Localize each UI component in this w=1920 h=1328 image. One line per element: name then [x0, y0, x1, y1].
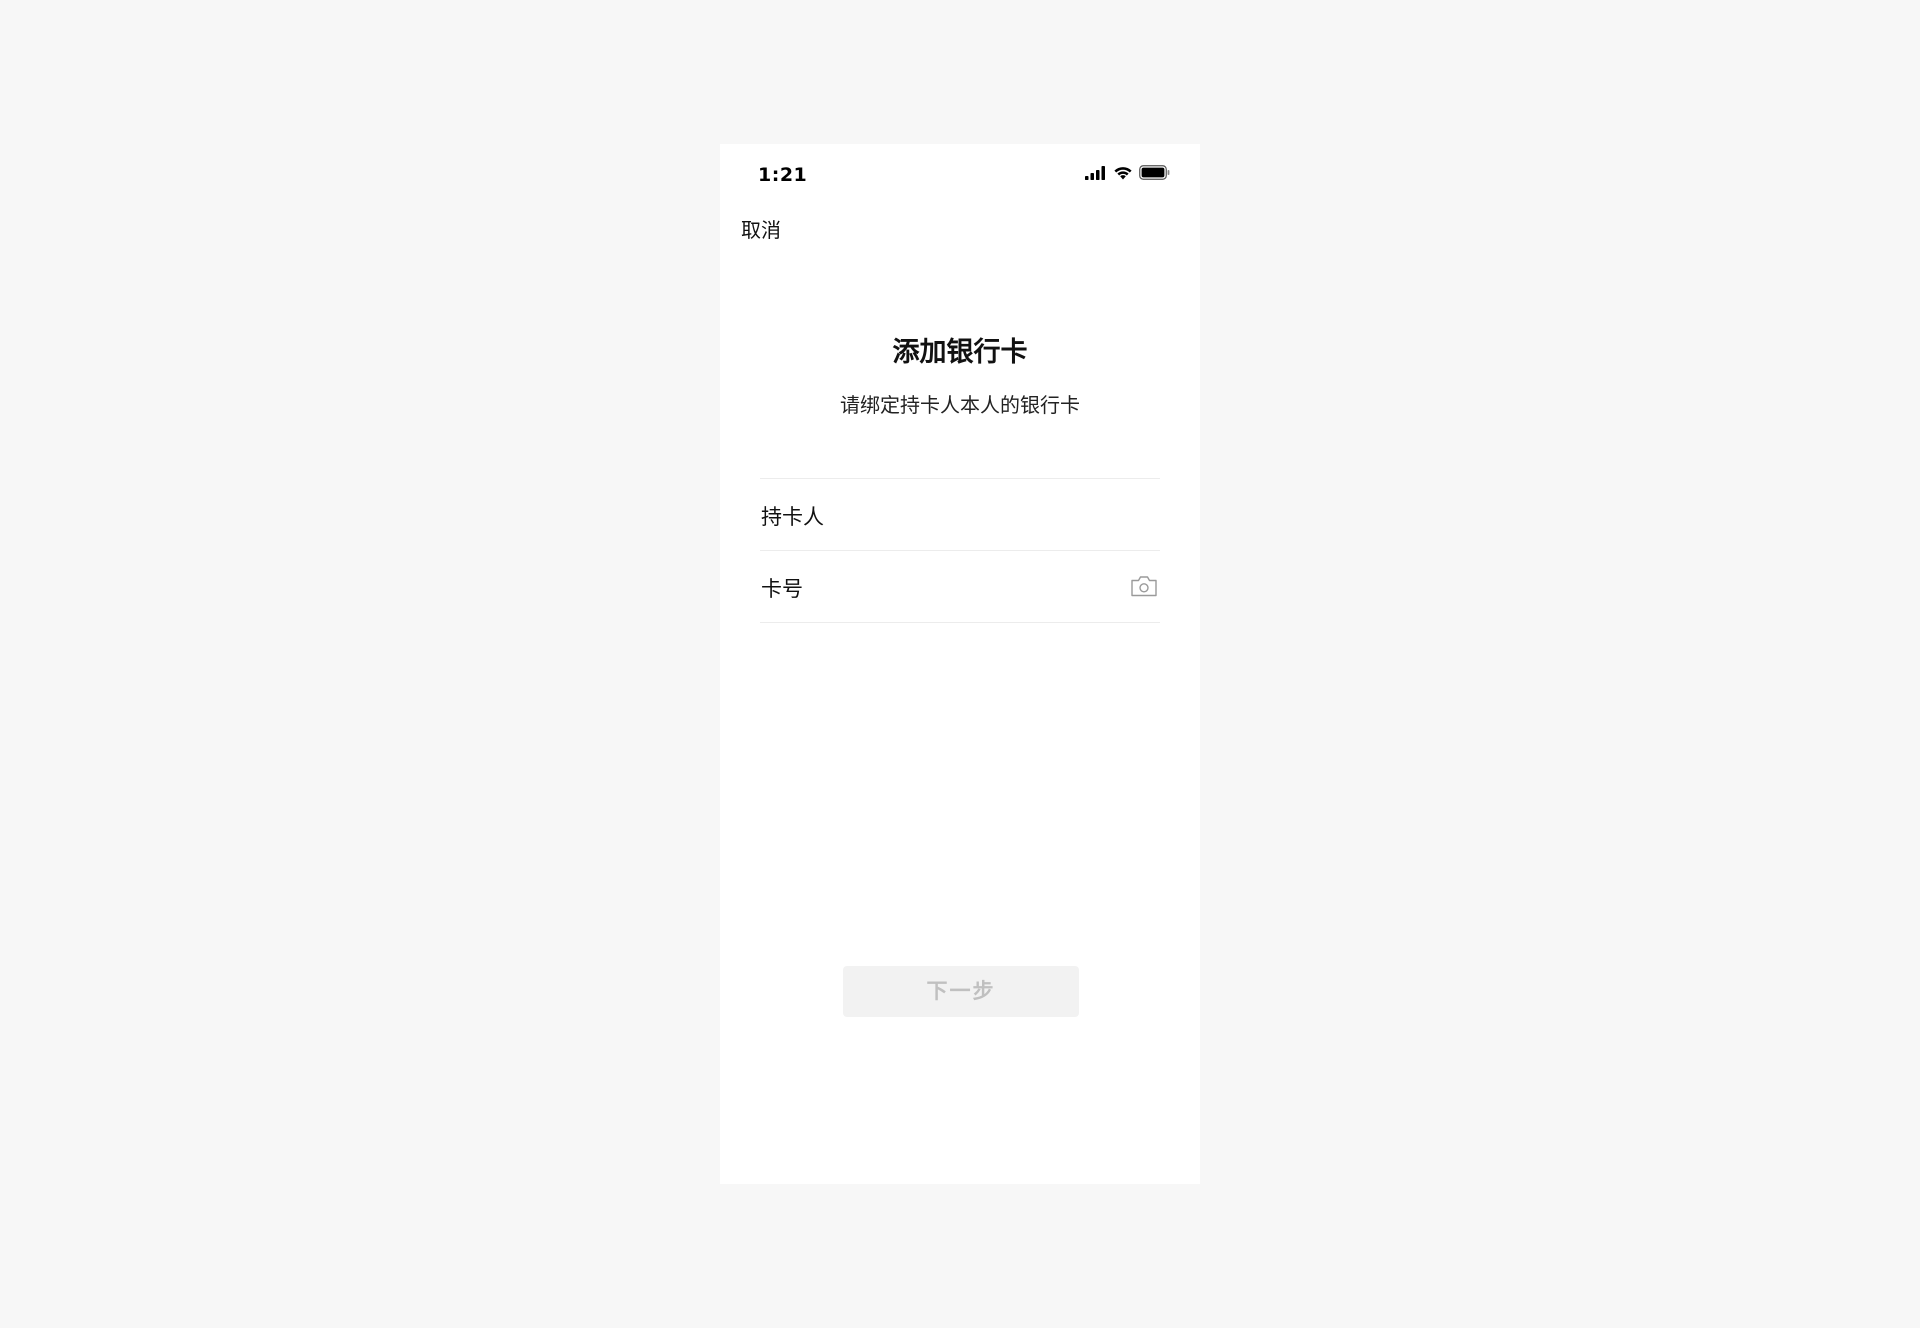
battery-icon: [1139, 164, 1170, 184]
cancel-button[interactable]: 取消: [741, 214, 781, 243]
cardholder-row: 持卡人: [760, 478, 1160, 550]
status-icons: [1085, 164, 1170, 184]
wifi-icon: [1113, 165, 1133, 184]
card-form: 持卡人 卡号: [760, 478, 1160, 623]
cardholder-input[interactable]: [870, 493, 1094, 535]
status-bar: 1:21: [720, 144, 1200, 204]
cellular-signal-icon: [1085, 165, 1107, 184]
camera-icon[interactable]: [1130, 574, 1158, 598]
phone-screen: 1:21 取消 添加银行卡 请绑定持卡人本人的银行卡 持卡人 卡号 下一步: [720, 144, 1200, 1184]
page-subtitle: 请绑定持卡人本人的银行卡: [840, 393, 1080, 417]
next-step-button[interactable]: 下一步: [843, 966, 1079, 1017]
status-time: 1:21: [758, 164, 808, 186]
cardholder-label: 持卡人: [761, 505, 824, 529]
page-title: 添加银行卡: [892, 337, 1028, 368]
card-number-input[interactable]: [870, 565, 1094, 607]
card-number-row: 卡号: [760, 550, 1160, 623]
card-number-label: 卡号: [761, 577, 803, 601]
